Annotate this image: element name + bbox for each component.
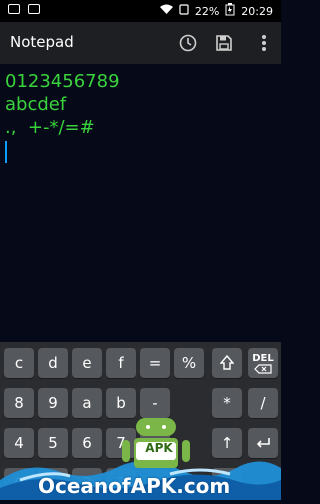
key-f[interactable]: f <box>106 348 136 378</box>
key-percent[interactable]: % <box>174 348 204 378</box>
key-b[interactable]: b <box>106 388 136 418</box>
key-7[interactable]: 7 <box>106 428 136 458</box>
save-icon[interactable] <box>212 31 236 55</box>
key-divide[interactable]: / <box>248 388 278 418</box>
key-up-arrow[interactable]: ↑ <box>212 428 242 458</box>
key-delete[interactable]: DEL <box>248 348 278 378</box>
wifi-icon <box>159 4 173 18</box>
delete-label: DEL <box>252 352 274 364</box>
status-bar: 22% 20:29 <box>0 0 281 22</box>
watermark-text: OceanofAPK.com <box>38 474 231 498</box>
battery-percent: 22% <box>194 4 220 18</box>
key-8[interactable]: 8 <box>4 388 34 418</box>
key-9[interactable]: 9 <box>38 388 68 418</box>
more-vert-icon[interactable] <box>252 31 276 55</box>
enter-icon <box>256 438 270 448</box>
app-title: Notepad <box>10 33 74 51</box>
backspace-icon <box>254 363 272 374</box>
battery-icon <box>225 3 235 19</box>
text-editor[interactable]: 0123456789 abcdef ., +-*/=# <box>0 64 281 342</box>
editor-line: 0123456789 <box>5 71 120 92</box>
key-multiply[interactable]: * <box>212 388 242 418</box>
editor-line: abcdef <box>5 94 67 115</box>
key-equals[interactable]: = <box>140 348 170 378</box>
key-4[interactable]: 4 <box>4 428 34 458</box>
key-d[interactable]: d <box>38 348 68 378</box>
key-5[interactable]: 5 <box>38 428 68 458</box>
clock-time: 20:29 <box>241 4 273 18</box>
key-shift[interactable] <box>212 348 242 378</box>
key-e[interactable]: e <box>72 348 102 378</box>
key-6[interactable]: 6 <box>72 428 102 458</box>
key-c[interactable]: c <box>4 348 34 378</box>
key-enter[interactable] <box>248 428 278 458</box>
app-bar: Notepad <box>0 22 281 64</box>
editor-line: ., +-*/=# <box>5 117 95 138</box>
apk-badge: APK <box>145 441 173 455</box>
key-a[interactable]: a <box>72 388 102 418</box>
alarm-icon <box>179 4 189 18</box>
shift-icon <box>220 355 234 370</box>
key-minus[interactable]: - <box>140 388 170 418</box>
key-0[interactable]: 0 <box>4 468 34 498</box>
keyboard-icon <box>28 4 40 14</box>
history-icon[interactable] <box>176 31 200 55</box>
notification-icon <box>8 4 20 14</box>
text-cursor <box>5 141 7 163</box>
